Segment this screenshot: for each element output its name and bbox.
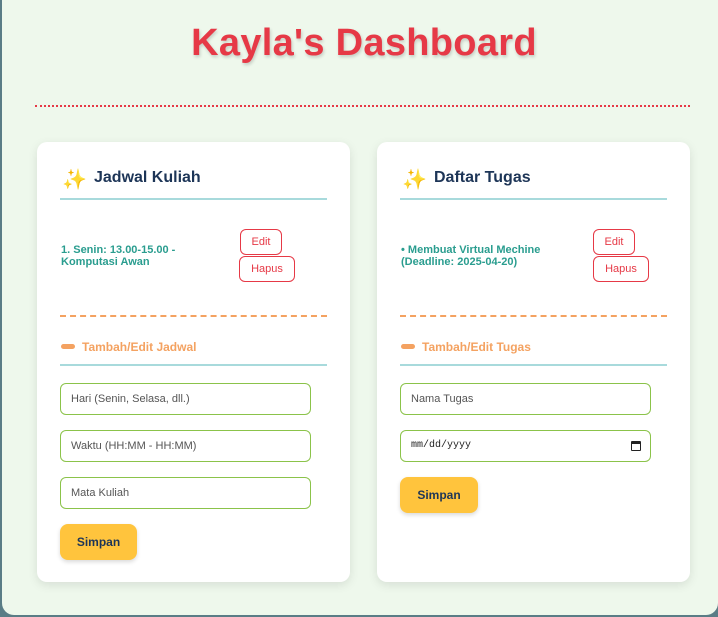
tugas-save-button[interactable]: Simpan — [400, 477, 478, 513]
course-input[interactable]: Mata Kuliah — [60, 477, 311, 509]
tugas-card-header: ✨ Daftar Tugas — [400, 166, 667, 200]
header-divider — [35, 105, 690, 107]
daftar-tugas-card: ✨ Daftar Tugas • Membuat Virtual Mechine… — [377, 142, 690, 582]
jadwal-item-text: 1. Senin: 13.00-15.00 - Komputasi Awan — [61, 244, 176, 268]
tugas-section-divider — [400, 315, 667, 317]
tugas-edit-button[interactable]: Edit — [593, 229, 635, 255]
jadwal-edit-button[interactable]: Edit — [240, 229, 282, 255]
sparkles-icon: ✨ — [62, 169, 87, 191]
tugas-card-title: Daftar Tugas — [434, 169, 531, 186]
page-title: Kayla's Dashboard — [191, 22, 537, 64]
deadline-date-input[interactable]: mm/dd/yyyy — [400, 430, 651, 462]
pencil-icon — [61, 344, 75, 349]
day-input[interactable]: Hari (Senin, Selasa, dll.) — [60, 383, 311, 415]
dashboard-page: Kayla's Dashboard ✨ Jadwal Kuliah 1. Sen… — [2, 0, 718, 615]
jadwal-card-header: ✨ Jadwal Kuliah — [60, 166, 327, 200]
time-input[interactable]: Waktu (HH:MM - HH:MM) — [60, 430, 311, 462]
tugas-form-header: Tambah/Edit Tugas — [400, 339, 667, 366]
tugas-delete-button[interactable]: Hapus — [593, 256, 649, 282]
sparkles-icon: ✨ — [402, 169, 427, 191]
jadwal-kuliah-card: ✨ Jadwal Kuliah 1. Senin: 13.00-15.00 - … — [37, 142, 350, 582]
calendar-icon[interactable] — [631, 441, 641, 451]
date-input-text: mm/dd/yyyy — [411, 440, 472, 451]
jadwal-form-title: Tambah/Edit Jadwal — [82, 340, 197, 354]
tugas-form-title: Tambah/Edit Tugas — [422, 340, 531, 354]
tugas-item-text: • Membuat Virtual Mechine (Deadline: 202… — [401, 244, 541, 268]
jadwal-card-title: Jadwal Kuliah — [94, 169, 201, 186]
jadwal-delete-button[interactable]: Hapus — [239, 256, 295, 282]
jadwal-section-divider — [60, 315, 327, 317]
pencil-icon — [401, 344, 415, 349]
jadwal-save-button[interactable]: Simpan — [60, 524, 137, 560]
jadwal-form-header: Tambah/Edit Jadwal — [60, 339, 327, 366]
task-name-input[interactable]: Nama Tugas — [400, 383, 651, 415]
